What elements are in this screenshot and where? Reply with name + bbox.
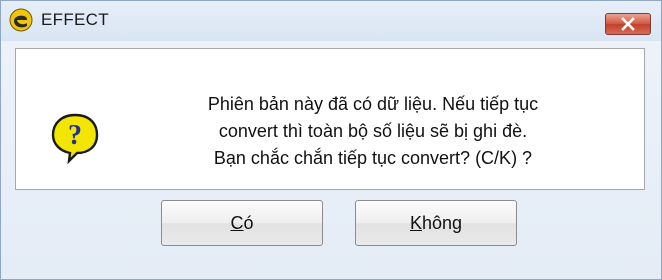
effect-logo-icon: [9, 8, 33, 32]
message-text: Phiên bản này đã có dữ liệu. Nếu tiếp tụ…: [163, 91, 583, 172]
svg-text:?: ?: [68, 120, 82, 151]
window-title: EFFECT: [41, 10, 109, 29]
dialog-window: EFFECT ? Phiên bản này đã có dữ liệu. Nế…: [0, 0, 662, 280]
message-line: convert thì toàn bộ số liệu sẽ bị ghi đè…: [218, 121, 528, 141]
question-icon: ?: [49, 111, 101, 165]
close-icon: [620, 17, 636, 31]
message-line: Bạn chắc chắn tiếp tục convert? (C/K) ?: [213, 148, 533, 168]
yes-button-mnemonic: C: [230, 212, 244, 233]
no-button[interactable]: Không: [355, 200, 517, 246]
message-line: Phiên bản này đã có dữ liệu. Nếu tiếp tụ…: [207, 94, 539, 114]
no-button-mnemonic: K: [409, 212, 422, 233]
yes-button[interactable]: Có: [161, 200, 323, 246]
title-bar[interactable]: EFFECT: [1, 1, 661, 41]
no-button-label: hông: [421, 212, 463, 233]
close-button[interactable]: [605, 13, 651, 35]
yes-button-label: ó: [243, 212, 254, 233]
